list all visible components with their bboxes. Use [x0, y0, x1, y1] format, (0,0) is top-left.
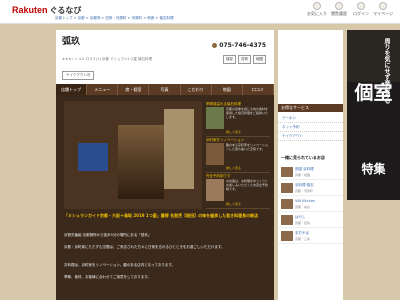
intro-paragraph: 京都・京町家にたたずむ空間は、ご来店された方々に日常を忘れるひとときをお過ごしい…	[64, 245, 225, 249]
card-more-link[interactable]: 詳しく見る	[226, 130, 241, 134]
login-icon	[357, 2, 365, 10]
private-room-banner[interactable]: 周りを気にせず楽しめる 個室 特集	[347, 30, 400, 200]
intro-paragraph: 季節、食材、お客様に合わせてご用意をしております。	[64, 275, 151, 279]
service-item[interactable]: ネット予約	[278, 123, 343, 132]
banner-title: 個室	[354, 82, 393, 104]
recommend-list: 祇園 京料理 京都・祇園 京料理 懐石 京都・河原町 VIN Kitchen 京都・烏…	[278, 164, 343, 244]
card-body: 趣のある京町家をリノベーションした落ち着いた空間です。	[226, 143, 268, 152]
storefront-photo[interactable]	[64, 101, 202, 209]
rec-thumbnail	[281, 167, 293, 177]
recommend-item[interactable]: 手打そば 京都・三条	[278, 228, 343, 244]
top-nav: お気に入り 閲覧履歴 ログイン マイページ	[306, 2, 394, 17]
tab-photos[interactable]: 写真	[149, 84, 181, 95]
tab-top[interactable]: 店舗トップ	[56, 84, 88, 95]
sidebar: お得なサービス クーポン ネット予約 テイクアウト 一緒に見られているお店 祇園…	[278, 30, 343, 300]
shop-meta: ★★★☆☆ 4.0 口コミ(1) 京都 ミシュラン1つ星 懐石料理	[62, 57, 153, 61]
shop-content: 季節感溢れる懐石料理 京都の四季を感じる旬の素材を使用した懐石料理をご提供いたし…	[56, 95, 274, 300]
card-body: 京都の四季を感じる旬の素材を使用した懐石料理をご提供いたします。	[226, 107, 269, 120]
user-icon	[379, 2, 387, 10]
share-button[interactable]: 共有	[238, 55, 251, 64]
heart-icon	[313, 2, 321, 10]
phone-icon	[212, 43, 218, 48]
photo-light	[164, 109, 194, 189]
service-list: クーポン ネット予約 テイクアウト	[278, 114, 343, 141]
card-body: お食事は、お料理をゆっくりとお楽しみいただくため完全予約制です。	[226, 179, 269, 192]
tab-map[interactable]: 地図	[212, 84, 243, 95]
nav-mypage-label: マイページ	[373, 11, 393, 16]
banner-photo	[347, 30, 400, 82]
logo-main: Rakuten	[12, 5, 48, 15]
intro-paragraph: お料理は、京町家をリノベーション。趣のある店内となっております。	[64, 263, 175, 267]
card-thumbnail	[206, 107, 224, 129]
shop-tabs: 店舗トップ メニュー 席・個室 写真 こだわり 地図 口コミ	[56, 84, 274, 95]
rec-name: はやし	[295, 215, 306, 219]
rec-area: 京都・烏丸	[295, 205, 311, 209]
rec-name: 祇園 京料理	[295, 167, 314, 171]
nav-mypage[interactable]: マイページ	[372, 2, 394, 17]
phone-text: 075-746-4375	[219, 42, 266, 49]
rec-name: 手打そば	[295, 231, 309, 235]
history-icon	[335, 2, 343, 10]
rec-area: 京都・河原町	[295, 189, 314, 193]
nav-history-label: 閲覧履歴	[331, 11, 347, 16]
nav-favorites-label: お気に入り	[307, 11, 327, 16]
shop-actions: 保存 共有 地図	[223, 55, 266, 64]
card-thumbnail	[206, 143, 224, 165]
service-heading: お得なサービス	[278, 104, 343, 112]
recommend-item[interactable]: 祇園 京料理 京都・祇園	[278, 164, 343, 180]
rec-thumbnail	[281, 215, 293, 225]
rec-thumbnail	[281, 231, 293, 241]
entrance-door	[118, 125, 164, 199]
rec-area: 京都・四条	[295, 221, 311, 225]
rec-name: VIN Kitchen	[295, 199, 316, 203]
banner-subtitle: 特集	[361, 162, 386, 176]
nav-history[interactable]: 閲覧履歴	[328, 2, 350, 17]
service-item[interactable]: クーポン	[278, 114, 343, 123]
feature-card[interactable]: 季節感溢れる懐石料理 京都の四季を感じる旬の素材を使用した懐石料理をご提供いたし…	[206, 101, 270, 137]
feature-card[interactable]: 京町家をリノベーション 趣のある京町家をリノベーションした落ち着いた空間です。 …	[206, 137, 270, 173]
rec-area: 京都・三条	[295, 237, 311, 241]
card-more-link[interactable]: 詳しく見る	[226, 202, 241, 206]
card-thumbnail	[206, 179, 224, 201]
nav-login[interactable]: ログイン	[350, 2, 372, 17]
takeout-badge: テイクアウト可	[62, 71, 95, 80]
rec-name: 京料理 懐石	[295, 183, 314, 187]
recommend-item[interactable]: はやし 京都・四条	[278, 212, 343, 228]
service-item[interactable]: テイクアウト	[278, 132, 343, 141]
rec-area: 京都・祇園	[295, 173, 311, 177]
card-more-link[interactable]: 詳しく見る	[226, 166, 241, 170]
rec-thumbnail	[281, 183, 293, 193]
phone-number[interactable]: 075-746-4375	[212, 42, 266, 49]
save-button[interactable]: 保存	[223, 55, 236, 64]
site-logo[interactable]: Rakuten ぐるなび	[12, 5, 81, 16]
tab-reviews[interactable]: 口コミ	[243, 84, 274, 95]
rec-thumbnail	[281, 199, 293, 209]
recommend-item[interactable]: 京料理 懐石 京都・河原町	[278, 180, 343, 196]
main-panel: 弧玖 ★★★☆☆ 4.0 口コミ(1) 京都 ミシュラン1つ星 懐石料理 テイク…	[56, 30, 274, 300]
shop-headline: 「ミシュランガイド京都・大阪＋鳥取 2019 1つ星」獲得 名割烹【桜田】の味を…	[64, 213, 259, 218]
tab-seats[interactable]: 席・個室	[118, 84, 150, 95]
nav-login-label: ログイン	[353, 11, 369, 16]
logo-sub: ぐるなび	[49, 6, 82, 15]
recommend-item[interactable]: VIN Kitchen 京都・烏丸	[278, 196, 343, 212]
feature-card[interactable]: 完全予約制です お食事は、お料理をゆっくりとお楽しみいただくため完全予約制です。…	[206, 173, 270, 209]
tab-menu[interactable]: メニュー	[87, 84, 119, 95]
tab-features[interactable]: こだわり	[181, 84, 212, 95]
map-button[interactable]: 地図	[253, 55, 266, 64]
nav-favorites[interactable]: お気に入り	[306, 2, 328, 17]
noren-curtain	[78, 143, 108, 171]
shop-name: 弧玖	[62, 37, 81, 47]
recommend-heading: 一緒に見られているお店	[278, 154, 343, 162]
feature-cards: 季節感溢れる懐石料理 京都の四季を感じる旬の素材を使用した懐石料理をご提供いたし…	[206, 101, 270, 209]
breadcrumb[interactable]: 京都トップ > 京都 > 京都府 > 四条・河原町 > 河原町 > 和食 > 懐…	[55, 16, 173, 21]
intro-paragraph: 京割烹番組 京都御所から徒歩5分の場所にある「弧玖」	[64, 233, 152, 237]
